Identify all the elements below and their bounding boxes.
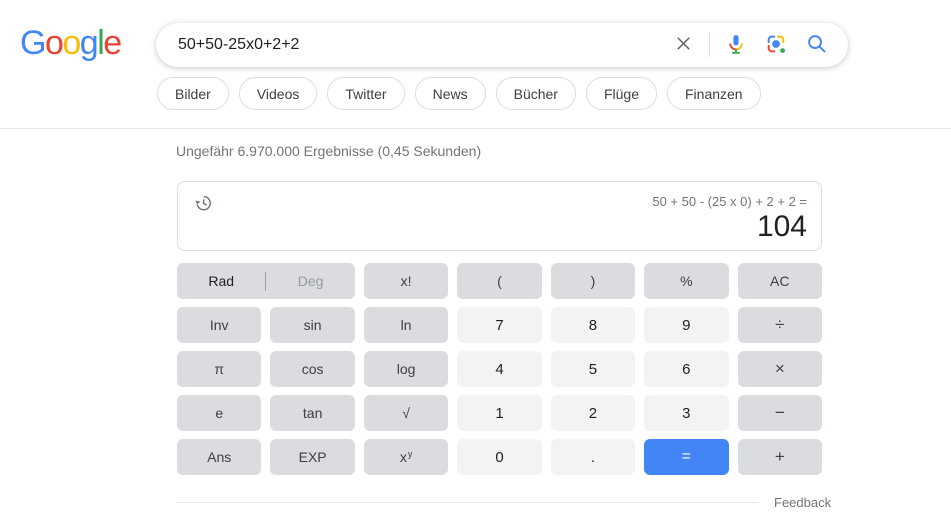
calc-key-0[interactable]: 0 [457, 439, 542, 475]
logo-letter: o [44, 24, 64, 62]
calc-key-ln[interactable]: ln [363, 307, 449, 343]
calc-key-7[interactable]: 7 [457, 307, 542, 343]
calc-key-all-clear[interactable]: AC [737, 263, 822, 299]
logo-letter: G [20, 24, 46, 62]
feedback-link[interactable]: Feedback [774, 495, 831, 510]
feedback-divider [176, 502, 758, 503]
calculator-expression: 50 + 50 - (25 x 0) + 2 + 2 = [652, 194, 807, 209]
calc-key-ans[interactable]: Ans [177, 439, 262, 475]
calc-key-log[interactable]: log [363, 351, 449, 387]
calc-key-equals[interactable]: = [644, 439, 729, 475]
close-icon [673, 33, 694, 57]
calc-key-2[interactable]: 2 [550, 395, 636, 431]
logo-letter: e [103, 24, 122, 62]
tab-fluege[interactable]: Flüge [585, 77, 657, 110]
google-lens-icon [765, 33, 787, 58]
search-bar[interactable] [156, 23, 848, 67]
tab-finanzen[interactable]: Finanzen [667, 77, 761, 110]
calc-key-minus[interactable]: − [737, 395, 822, 431]
calc-key-tan[interactable]: tan [270, 395, 355, 431]
calc-key-rad-deg[interactable]: Rad Deg [177, 263, 355, 299]
calc-key-4[interactable]: 4 [457, 351, 542, 387]
logo-letter: g [79, 24, 99, 62]
calc-key-sqrt[interactable]: √ [363, 395, 449, 431]
lens-search-button[interactable] [756, 23, 796, 67]
calculator-keypad: Rad Deg x!()% AC Inv sin ln 7 8 9 ÷ π cos log 4 5 6 × e tan… [177, 263, 822, 475]
search-tabs: Bilder Videos Twitter News Bücher Flüge Finanz… [157, 77, 761, 110]
calc-key-5[interactable]: 5 [550, 351, 636, 387]
calc-key-factorial[interactable]: x! [363, 263, 449, 299]
calculator-display: 50 + 50 - (25 x 0) + 2 + 2 = 104 [177, 181, 822, 251]
calc-key-percent[interactable]: % [644, 263, 729, 299]
history-button[interactable] [191, 191, 215, 218]
calc-key-close-paren[interactable]: ) [550, 263, 636, 299]
calc-key-multiply[interactable]: × [737, 351, 822, 387]
calc-key-decimal[interactable]: . [550, 439, 636, 475]
calc-key-sin[interactable]: sin [270, 307, 355, 343]
history-icon [193, 195, 213, 216]
header-divider [0, 128, 951, 129]
calc-key-divide[interactable]: ÷ [737, 307, 822, 343]
calc-key-exp[interactable]: EXP [270, 439, 355, 475]
tab-buecher[interactable]: Bücher [495, 77, 576, 110]
calculator-result: 104 [756, 210, 807, 243]
calc-key-inverse[interactable]: Inv [177, 307, 262, 343]
search-input[interactable] [178, 36, 664, 54]
logo-letter: o [62, 24, 81, 62]
search-icon [805, 32, 828, 58]
google-results-page: Google 50+50-25x0+2+2 Bilder Videos Twit… [0, 0, 951, 532]
calc-key-plus[interactable]: + [737, 439, 822, 475]
calc-key-1[interactable]: 1 [457, 395, 542, 431]
result-stats: Ungefähr 6.970.000 Ergebnisse (0,45 Seku… [176, 143, 482, 159]
rad-label[interactable]: Rad [177, 273, 265, 289]
google-logo[interactable]: Google [20, 24, 122, 63]
microphone-icon [725, 33, 747, 58]
deg-label[interactable]: Deg [266, 273, 354, 289]
tab-twitter[interactable]: Twitter [327, 77, 405, 110]
searchbar-divider [709, 33, 710, 57]
calc-key-e[interactable]: e [177, 395, 262, 431]
voice-search-button[interactable] [716, 23, 756, 67]
tab-news[interactable]: News [414, 77, 486, 110]
calc-key-3[interactable]: 3 [644, 395, 729, 431]
search-submit-button[interactable] [796, 23, 830, 67]
calc-key-8[interactable]: 8 [550, 307, 636, 343]
calc-key-6[interactable]: 6 [644, 351, 729, 387]
calc-key-open-paren[interactable]: ( [457, 263, 542, 299]
tab-videos[interactable]: Videos [238, 77, 318, 110]
calc-key-9[interactable]: 9 [644, 307, 729, 343]
calc-key-cos[interactable]: cos [270, 351, 355, 387]
tab-bilder[interactable]: Bilder [157, 77, 229, 110]
clear-search-button[interactable] [664, 23, 703, 67]
calc-key-pi[interactable]: π [177, 351, 262, 387]
calc-key-power[interactable]: xy [363, 439, 449, 475]
